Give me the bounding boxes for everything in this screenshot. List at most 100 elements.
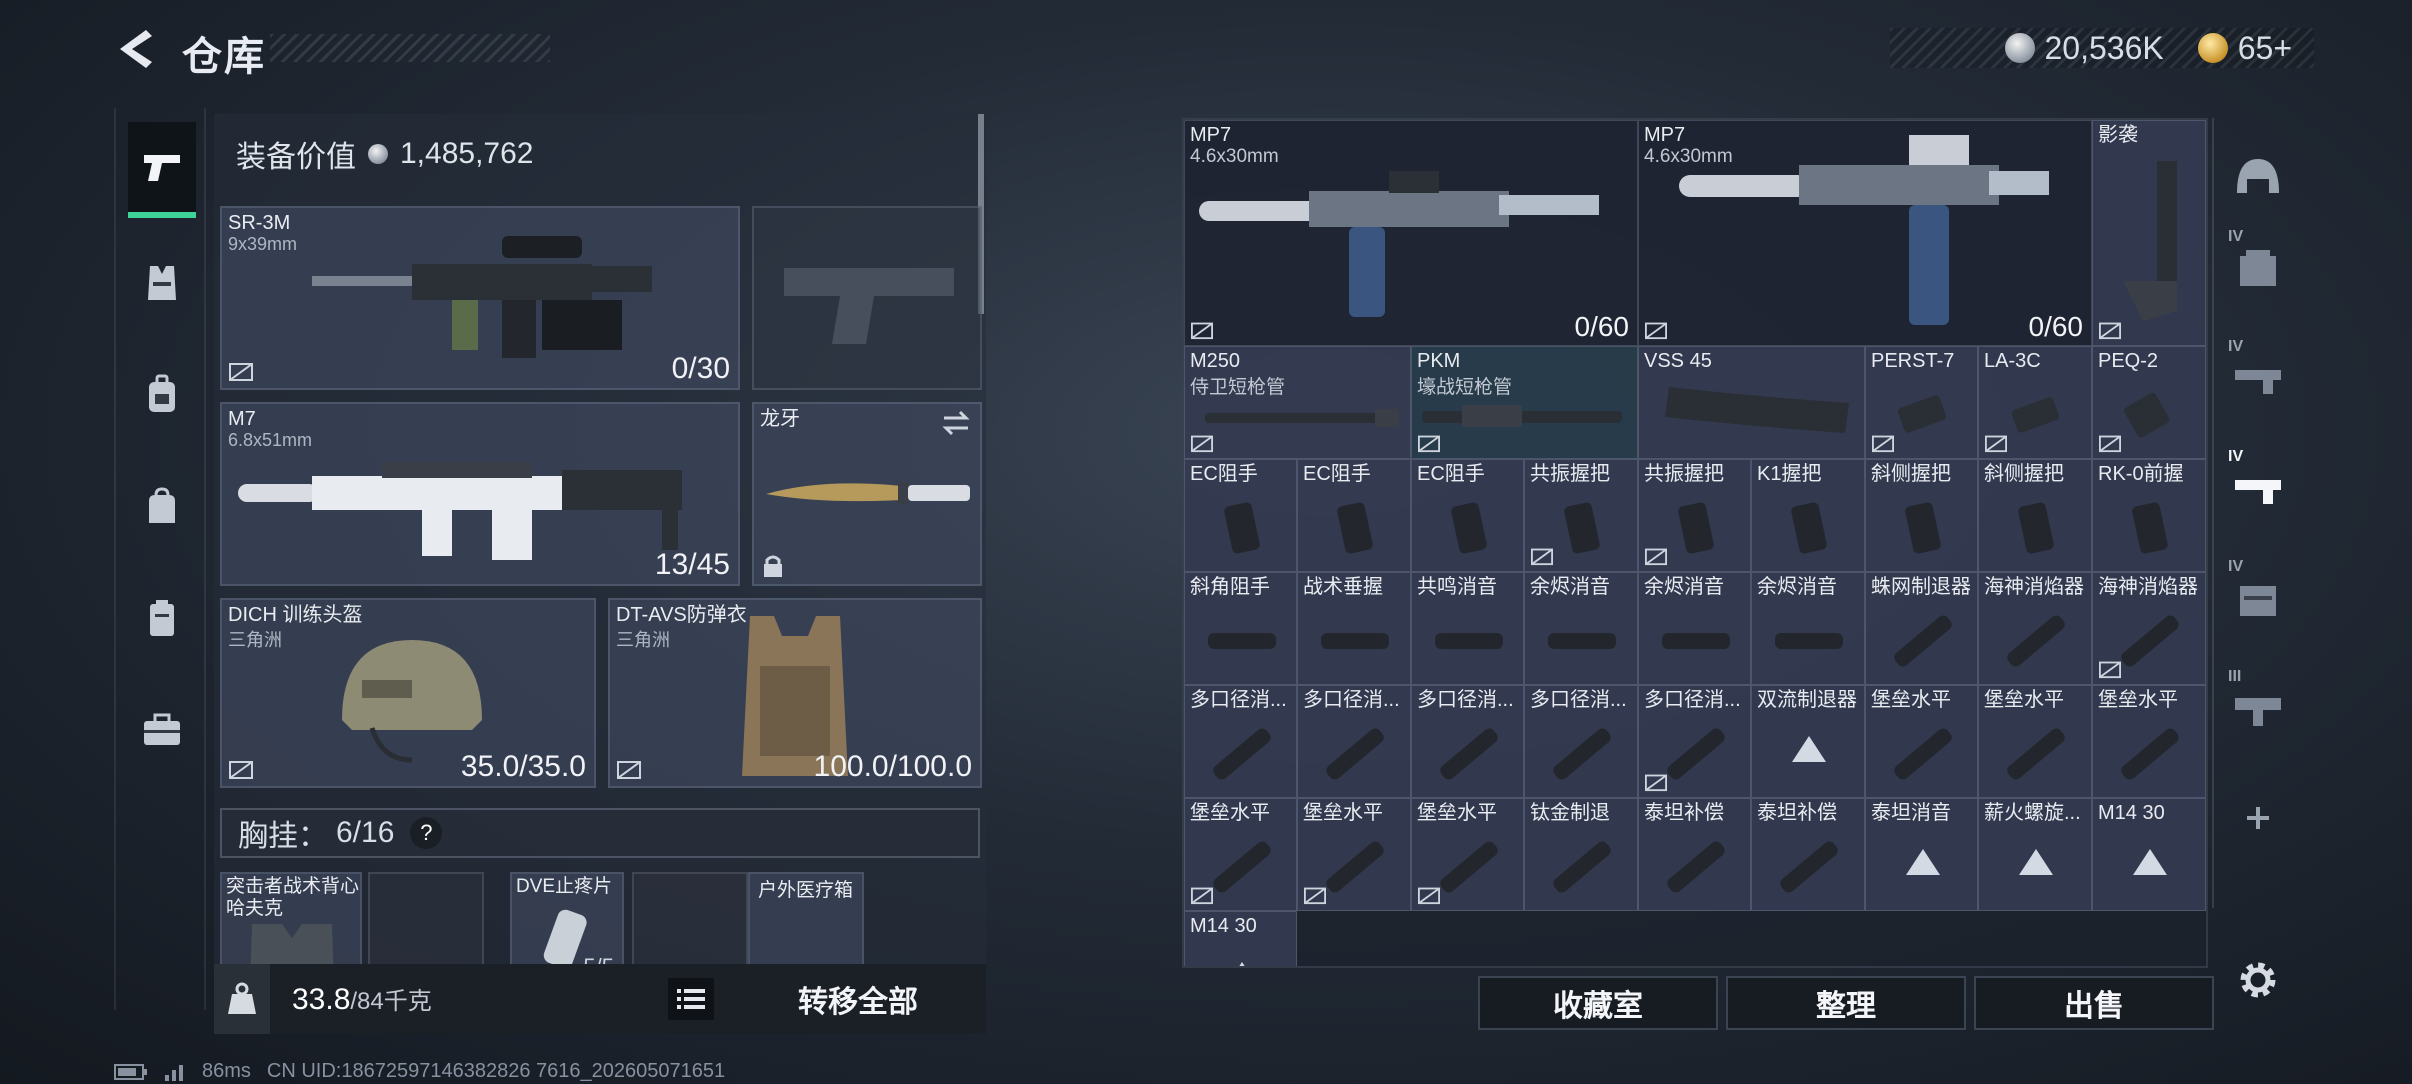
armor-origin: 三角洲 xyxy=(616,630,670,650)
primary-weapon-slot[interactable]: SR-3M 9x39mm 0/30 xyxy=(220,206,740,390)
grip-image xyxy=(1564,502,1600,554)
stash-item[interactable]: 堡垒水平 xyxy=(1978,685,2092,798)
stock-image xyxy=(2123,161,2177,321)
stash-item[interactable]: EC阻手 xyxy=(1411,459,1524,572)
stash-item[interactable]: 海神消焰器 xyxy=(2092,572,2206,685)
nav-case[interactable] xyxy=(128,570,196,666)
sell-button[interactable]: 出售 xyxy=(1974,976,2214,1030)
item-name: 余烬消音 xyxy=(1757,576,1837,598)
stash-item-mp7[interactable]: MP7 4.6x30mm 0/60 xyxy=(1184,120,1638,346)
stash-item[interactable]: 余烬消音 xyxy=(1524,572,1638,685)
nav-backpack[interactable] xyxy=(128,346,196,442)
stash-item-magazine[interactable]: VSS 45 xyxy=(1638,346,1865,459)
stash-item[interactable]: 斜角阻手 xyxy=(1184,572,1297,685)
stash-item[interactable]: 堡垒水平 xyxy=(1411,798,1524,911)
item-name: 战术垂握 xyxy=(1303,576,1383,598)
organize-button[interactable]: 整理 xyxy=(1726,976,1966,1030)
stash-item[interactable]: M14 30 xyxy=(1184,911,1297,966)
stash-item[interactable]: K1握把 xyxy=(1751,459,1865,572)
nav-briefcase[interactable] xyxy=(128,682,196,778)
item-name: M14 30 xyxy=(1190,915,1257,937)
stash-item[interactable]: 斜侧握把 xyxy=(1865,459,1978,572)
primary-weapon-ammo: 0/30 xyxy=(671,352,730,385)
stash-item[interactable]: 共鸣消音 xyxy=(1411,572,1524,685)
stash-item[interactable]: 多口径消... xyxy=(1524,685,1638,798)
unlocked-icon xyxy=(1645,548,1667,566)
rail-rifle[interactable]: IV xyxy=(2228,338,2288,418)
rail-smg[interactable]: III xyxy=(2228,668,2288,748)
gold-coin-icon xyxy=(2197,33,2228,63)
transfer-all-button[interactable]: 转移全部 xyxy=(730,964,986,1034)
stash-item[interactable]: 泰坦补偿 xyxy=(1638,798,1751,911)
stash-item[interactable]: 余烬消音 xyxy=(1638,572,1751,685)
stash-item[interactable]: 共振握把 xyxy=(1638,459,1751,572)
stash-item[interactable]: 泰坦补偿 xyxy=(1751,798,1865,911)
stash-item[interactable]: EC阻手 xyxy=(1184,459,1297,572)
list-view-button[interactable] xyxy=(668,978,714,1020)
rail-chest-rig[interactable]: IV xyxy=(2228,558,2288,638)
stash-item[interactable]: 薪火螺旋... xyxy=(1978,798,2092,911)
settings-button[interactable] xyxy=(2234,956,2282,1004)
stash-item[interactable]: 多口径消... xyxy=(1411,685,1524,798)
stash-item[interactable]: 共振握把 xyxy=(1524,459,1638,572)
armor-slot[interactable]: DT-AVS防弹衣 三角洲 100.0/100.0 xyxy=(608,598,982,788)
item-name: RK-0前握 xyxy=(2098,463,2184,485)
item-name: K1握把 xyxy=(1757,463,1822,485)
stash-item[interactable]: 战术垂握 xyxy=(1297,572,1411,685)
pistol-slot[interactable] xyxy=(752,206,982,390)
stash-item[interactable]: 余烬消音 xyxy=(1751,572,1865,685)
stash-item[interactable]: 堡垒水平 xyxy=(1184,798,1297,911)
muzzle-device-image xyxy=(1434,633,1503,649)
stash-item[interactable]: EC阻手 xyxy=(1297,459,1411,572)
barrel-image xyxy=(1205,409,1399,427)
stash-item-mp7[interactable]: MP7 4.6x30mm 0/60 xyxy=(1638,120,2092,346)
stash-item[interactable]: M14 30 xyxy=(2092,798,2206,911)
stash-item-barrel[interactable]: PKM 壕战短枪管 xyxy=(1411,346,1638,459)
stash-item[interactable]: 堡垒水平 xyxy=(2092,685,2206,798)
secondary-weapon-slot[interactable]: M7 6.8x51mm 13/45 xyxy=(220,402,740,586)
help-button[interactable]: ? xyxy=(410,817,443,849)
stash-item-stock[interactable]: 影袭 xyxy=(2092,120,2206,346)
stash-item[interactable]: 堡垒水平 xyxy=(1297,798,1411,911)
collection-room-button[interactable]: 收藏室 xyxy=(1478,976,1718,1030)
muzzle-device-image xyxy=(2007,728,2065,780)
equipment-value-label: 装备价值 xyxy=(236,141,356,174)
rail-rifle-selected[interactable]: IV xyxy=(2228,448,2288,528)
barrel-image xyxy=(1422,405,1622,427)
stash-item[interactable]: 钛金制退 xyxy=(1524,798,1638,911)
stash-item[interactable]: 多口径消... xyxy=(1184,685,1297,798)
melee-slot[interactable]: 龙牙 xyxy=(752,402,982,586)
stash-item-laser[interactable]: PEQ-2 xyxy=(2092,346,2206,459)
unlocked-icon xyxy=(1191,887,1213,905)
stash-item[interactable]: 蛛网制退器 xyxy=(1865,572,1978,685)
helmet-slot[interactable]: DICH 训练头盔 三角洲 35.0/35.0 xyxy=(220,598,596,788)
stash-item[interactable]: 泰坦消音 xyxy=(1865,798,1978,911)
stash-item[interactable]: 多口径消... xyxy=(1638,685,1751,798)
rail-helmet[interactable] xyxy=(2228,138,2288,218)
muzzle-device-image xyxy=(1780,841,1838,893)
item-name: 堡垒水平 xyxy=(1417,802,1497,824)
nav-bag[interactable] xyxy=(128,458,196,554)
unlocked-icon xyxy=(1191,435,1213,453)
rail-add[interactable] xyxy=(2228,778,2288,858)
nav-vest[interactable] xyxy=(128,234,196,330)
grip-image xyxy=(2018,502,2054,554)
stash-item[interactable]: 斜侧握把 xyxy=(1978,459,2092,572)
stash-item[interactable]: 海神消焰器 xyxy=(1978,572,2092,685)
rail-armor[interactable]: IV xyxy=(2228,228,2288,308)
stash-item-laser[interactable]: LA-3C xyxy=(1978,346,2092,459)
item-name: 多口径消... xyxy=(1530,689,1627,711)
item-name: 影袭 xyxy=(2098,124,2138,146)
stash-item[interactable]: 双流制退器 xyxy=(1751,685,1865,798)
swap-icon[interactable] xyxy=(940,410,972,436)
stash-item-barrel[interactable]: M250 侍卫短枪管 xyxy=(1184,346,1411,459)
stash-item-laser[interactable]: PERST-7 xyxy=(1865,346,1978,459)
stash-item[interactable]: 多口径消... xyxy=(1297,685,1411,798)
back-button[interactable] xyxy=(112,26,158,72)
stash-item[interactable]: 堡垒水平 xyxy=(1865,685,1978,798)
unlocked-icon xyxy=(229,761,253,779)
nav-pistol[interactable] xyxy=(128,122,196,218)
item-name: 堡垒水平 xyxy=(2098,689,2178,711)
stash-item[interactable]: RK-0前握 xyxy=(2092,459,2206,572)
unlocked-icon xyxy=(617,761,641,779)
